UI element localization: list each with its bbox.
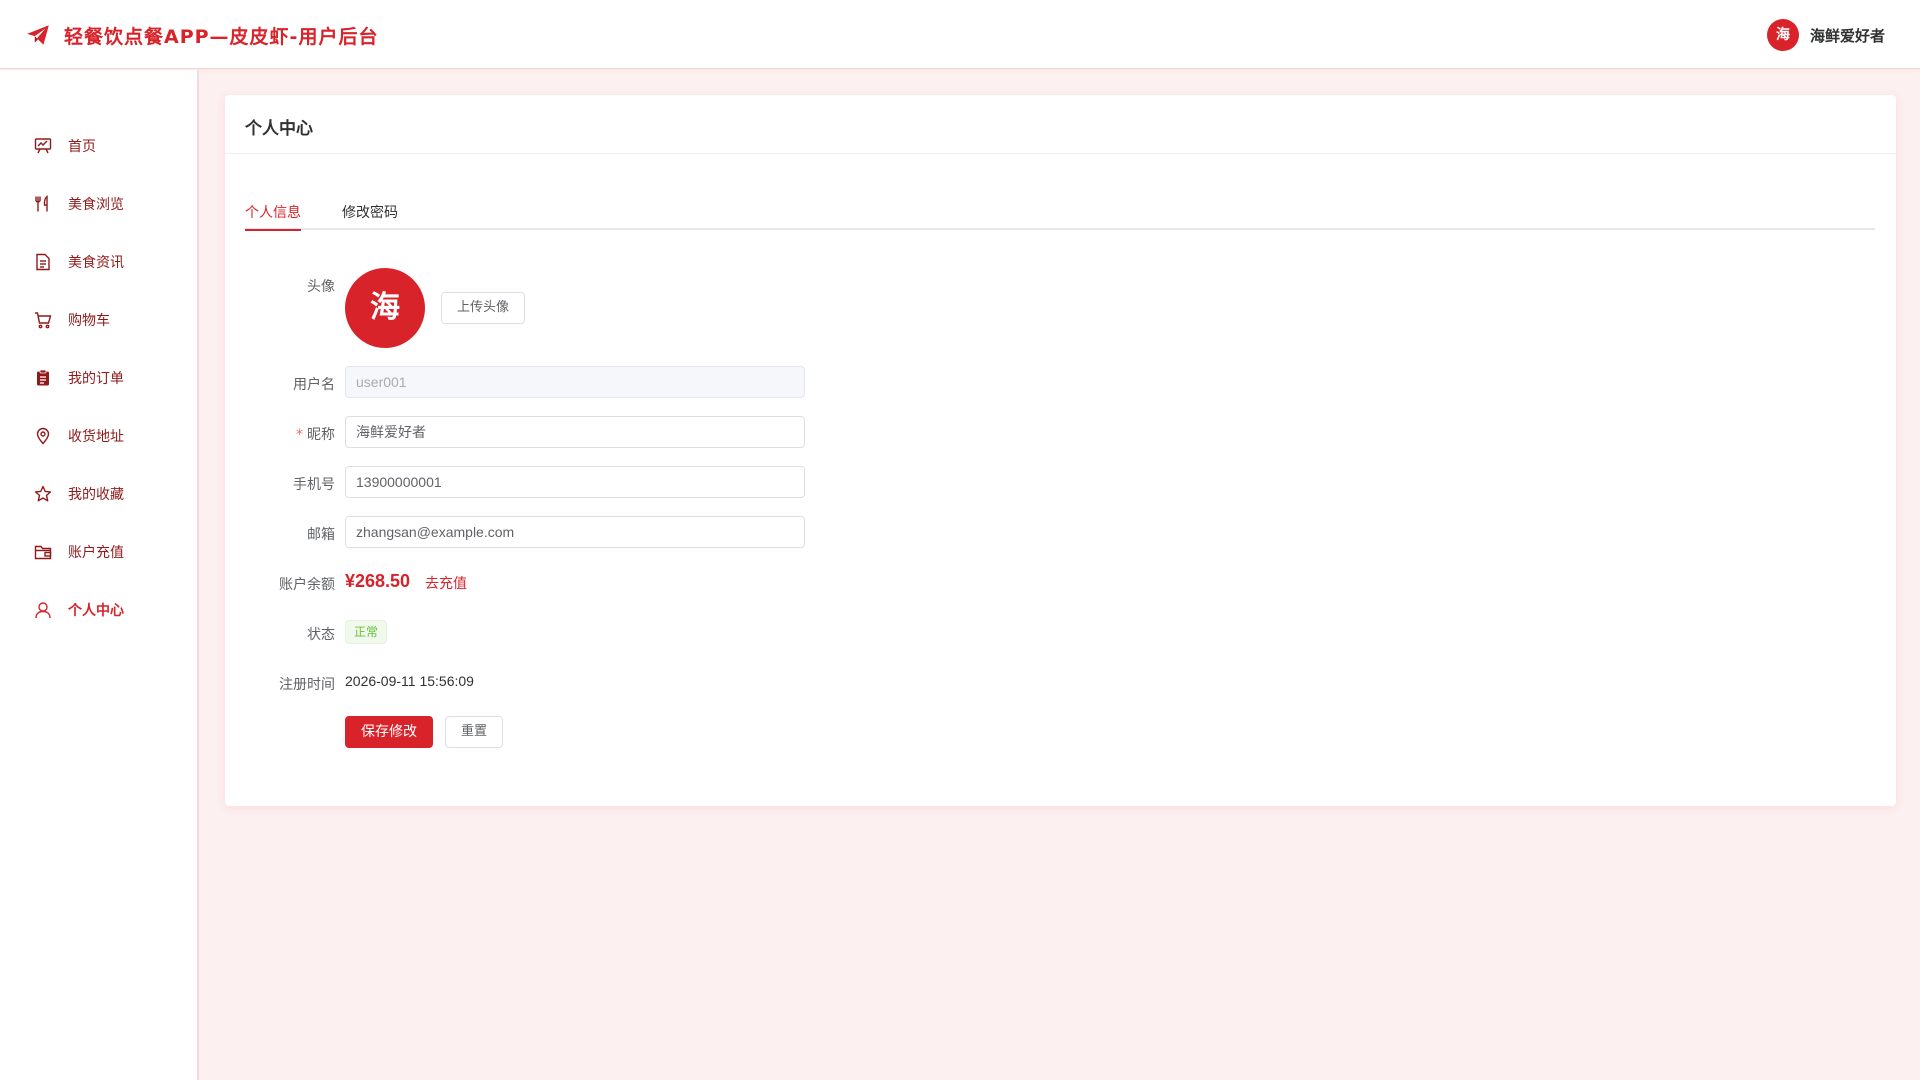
presentation-chart-icon [34, 138, 52, 154]
sidebar-item-label: 收货地址 [68, 429, 124, 445]
status-badge: 正常 [345, 620, 388, 644]
sidebar-item-label: 美食浏览 [68, 197, 124, 213]
location-pin-icon [36, 427, 50, 445]
sidebar-item-label: 个人中心 [68, 603, 124, 619]
card-header: 个人中心 [225, 95, 1896, 154]
balance-label: 账户余额 [279, 577, 335, 593]
app-title: 轻餐饮点餐APP—皮皮虾-用户后台 [64, 26, 379, 48]
profile-card: 个人中心 个人信息 修改密码 头像 海 上传头像 用户名 *昵称 手机号 邮箱 … [225, 95, 1896, 806]
sidebar: 首页 美食浏览 美食资讯 购物车 我的订单 收货地址 我的收藏 账户充值 个人中… [0, 70, 199, 1080]
phone-label: 手机号 [293, 477, 335, 493]
paper-plane-icon [27, 25, 49, 45]
register-time-value: 2026-09-11 15:56:09 [345, 673, 474, 689]
username-field [345, 366, 805, 398]
sidebar-item-label: 账户充值 [68, 545, 124, 561]
username-label: 用户名 [293, 377, 335, 393]
document-icon [36, 253, 50, 271]
tab-personal-info[interactable]: 个人信息 [245, 202, 301, 230]
avatar-label: 头像 [307, 279, 335, 295]
sidebar-item-label: 我的收藏 [68, 487, 124, 503]
email-field[interactable] [345, 516, 805, 548]
balance-value: ¥268.50 [345, 571, 411, 591]
sidebar-item-address[interactable]: 收货地址 [0, 407, 197, 465]
user-avatar[interactable]: 海 [1767, 19, 1799, 51]
star-icon [34, 485, 52, 502]
nickname-label: * 昵称 [225, 424, 335, 444]
sidebar-item-label: 首页 [68, 139, 96, 155]
sidebar-item-food-browse[interactable]: 美食浏览 [0, 175, 197, 233]
top-header: 轻餐饮点餐APP—皮皮虾-用户后台 海 海鲜爱好者 [0, 0, 1920, 69]
sidebar-item-orders[interactable]: 我的订单 [0, 349, 197, 407]
profile-avatar: 海 [345, 268, 425, 348]
sidebar-item-home[interactable]: 首页 [0, 117, 197, 175]
sidebar-item-label: 我的订单 [68, 371, 124, 387]
sidebar-item-food-news[interactable]: 美食资讯 [0, 233, 197, 291]
sidebar-item-profile[interactable]: 个人中心 [0, 581, 197, 639]
shopping-cart-icon [35, 312, 52, 329]
sidebar-item-recharge[interactable]: 账户充值 [0, 523, 197, 581]
phone-field[interactable] [345, 466, 805, 498]
sidebar-item-label: 美食资讯 [68, 255, 124, 271]
profile-tabs: 个人信息 修改密码 [245, 202, 1875, 231]
recharge-link[interactable]: 去充值 [425, 573, 467, 593]
user-icon [35, 602, 51, 619]
email-label: 邮箱 [307, 527, 335, 543]
clipboard-icon [37, 369, 49, 386]
sidebar-item-label: 购物车 [68, 313, 110, 329]
wallet-icon [34, 545, 52, 560]
required-mark: * [296, 427, 303, 443]
save-button[interactable]: 保存修改 [345, 716, 433, 748]
upload-avatar-button[interactable]: 上传头像 [441, 292, 526, 324]
status-label: 状态 [307, 627, 335, 643]
nickname-field[interactable] [345, 416, 805, 448]
register-time-label: 注册时间 [279, 677, 335, 693]
nickname-label-text: 昵称 [307, 427, 335, 443]
user-name[interactable]: 海鲜爱好者 [1810, 25, 1885, 46]
page-title: 个人中心 [245, 119, 313, 139]
reset-button[interactable]: 重置 [445, 716, 504, 748]
fork-knife-icon [35, 195, 48, 212]
sidebar-item-cart[interactable]: 购物车 [0, 291, 197, 349]
tab-change-password[interactable]: 修改密码 [342, 202, 398, 230]
sidebar-item-favorites[interactable]: 我的收藏 [0, 465, 197, 523]
tab-active-indicator [245, 229, 301, 231]
